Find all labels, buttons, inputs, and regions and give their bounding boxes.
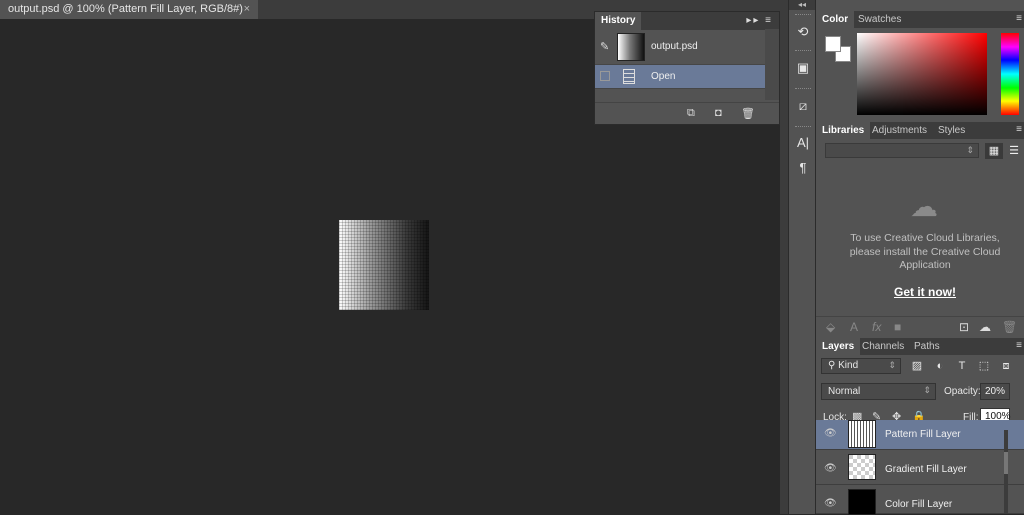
layer-row[interactable]: 👁 Gradient Fill Layer [816, 451, 1024, 485]
hue-slider[interactable] [1001, 33, 1019, 115]
pixel-filter-icon[interactable]: ▨ [909, 358, 925, 374]
layer-row[interactable]: 👁 Pattern Fill Layer [816, 420, 1024, 450]
properties-dock-icon[interactable]: ▣ [793, 58, 813, 78]
history-footer: ⧉ ◘ 🗑 [595, 102, 779, 124]
add-graphic-icon[interactable]: ⬙ [826, 320, 835, 334]
dock-grip[interactable] [795, 50, 811, 52]
tab-libraries[interactable]: Libraries [816, 122, 871, 139]
snapshot-thumbnail [617, 33, 645, 61]
document-image[interactable] [339, 220, 429, 310]
libraries-footer: ⬙ A fx ■ ⊡ ☁ 🗑 [816, 316, 1024, 338]
shape-filter-icon[interactable]: ⬚ [976, 358, 992, 374]
character-dock-icon[interactable]: A| [793, 133, 813, 153]
adjustment-filter-icon[interactable]: ◐ [932, 358, 948, 374]
tab-color[interactable]: Color [816, 11, 855, 28]
document-tab-title: output.psd @ 100% (Pattern Fill Layer, R… [8, 3, 243, 15]
tab-paths[interactable]: Paths [908, 338, 946, 355]
color-panel-header: Color Swatches ≡ [816, 11, 1024, 28]
opacity-label: Opacity: [944, 386, 981, 397]
document-tab[interactable]: output.psd @ 100% (Pattern Fill Layer, R… [0, 0, 258, 19]
snapshot-name: output.psd [651, 41, 698, 52]
trash-icon[interactable]: 🗑 [741, 107, 755, 120]
tab-layers[interactable]: Layers [816, 338, 861, 355]
right-panel-column: Color Swatches ≡ Libraries Adjustments S… [816, 0, 1024, 515]
paragraph-dock-icon[interactable]: ¶ [793, 158, 813, 178]
tab-swatches[interactable]: Swatches [852, 11, 907, 28]
trash-icon[interactable]: 🗑 [1002, 320, 1017, 334]
tab-channels[interactable]: Channels [856, 338, 910, 355]
dock-grip[interactable] [795, 88, 811, 90]
panel-menu-icon[interactable]: ▸▸ ≡ [746, 15, 773, 26]
document-icon [623, 69, 635, 84]
color-field[interactable] [857, 33, 987, 115]
layer-name: Pattern Fill Layer [885, 429, 961, 440]
foreground-color-swatch[interactable] [825, 36, 841, 52]
grid-view-button[interactable]: ▦ [985, 143, 1003, 159]
layer-thumbnail [848, 489, 876, 515]
layers-panel-header: Layers Channels Paths ≡ [816, 338, 1024, 355]
eye-icon[interactable]: 👁 [824, 428, 837, 439]
new-document-from-state-icon[interactable]: ⧉ [687, 107, 695, 120]
history-panel-header: History ▸▸ ≡ [595, 12, 779, 30]
history-snapshot[interactable]: ✎ output.psd [595, 30, 779, 65]
camera-icon[interactable]: ◘ [715, 107, 722, 119]
history-dock-icon[interactable]: ⟲ [793, 22, 813, 42]
clone-source-dock-icon[interactable]: ⧄ [793, 96, 813, 116]
layer-row[interactable]: 👁 Color Fill Layer [816, 486, 1024, 515]
search-icon: ⚲ [828, 360, 836, 371]
layer-name: Color Fill Layer [885, 499, 953, 510]
list-view-button[interactable]: ☰ [1005, 143, 1023, 159]
collapse-dock-icon[interactable]: ◂◂ [789, 0, 815, 10]
workspace-scrollbar[interactable] [780, 0, 788, 514]
creative-cloud-icon: ☁ [910, 191, 938, 222]
tab-history[interactable]: History [595, 12, 642, 30]
libraries-panel-header: Libraries Adjustments Styles ≡ [816, 122, 1024, 139]
history-source-checkbox[interactable] [600, 71, 610, 81]
cloud-sync-icon[interactable]: ☁ [979, 320, 991, 334]
layer-style-icon[interactable]: fx [872, 320, 881, 334]
dock-grip[interactable] [795, 14, 811, 16]
opacity-input[interactable]: 20% [980, 383, 1010, 400]
eye-icon[interactable]: 👁 [824, 463, 837, 474]
add-color-icon[interactable]: ■ [894, 320, 901, 334]
layer-thumbnail [848, 420, 876, 448]
stock-icon[interactable]: ⊡ [959, 320, 969, 334]
panel-menu-icon[interactable]: ≡ [1016, 124, 1022, 135]
type-filter-icon[interactable]: T [954, 358, 970, 374]
history-state-label: Open [651, 71, 676, 82]
layers-scrollbar-thumb[interactable] [1004, 452, 1008, 474]
history-scrollbar[interactable] [765, 29, 779, 100]
history-panel: History ▸▸ ≡ ✎ output.psd Open ⧉ ◘ 🗑 [594, 11, 780, 125]
dropdown-arrow-icon: ⇕ [923, 385, 931, 395]
dropdown-arrow-icon: ⇕ [888, 360, 896, 370]
history-brush-icon[interactable]: ✎ [600, 40, 609, 53]
smart-object-filter-icon[interactable]: ⧈ [998, 358, 1014, 374]
tab-styles[interactable]: Styles [932, 122, 971, 139]
blend-mode-value: Normal [828, 386, 861, 397]
collapsed-panel-dock: ◂◂ ⟲ ▣ ⧄ A| ¶ [788, 0, 816, 514]
panel-menu-icon[interactable]: ≡ [1016, 13, 1022, 24]
filter-kind-label: Kind [838, 360, 859, 371]
character-style-icon[interactable]: A [850, 320, 858, 334]
layer-thumbnail [848, 454, 876, 480]
layer-name: Gradient Fill Layer [885, 464, 967, 475]
libraries-message: To use Creative Cloud Libraries, please … [849, 232, 1001, 271]
blend-mode-select[interactable]: Normal ⇕ [821, 383, 936, 400]
close-tab-icon[interactable]: × [244, 3, 250, 15]
layer-filter-select[interactable]: ⚲ Kind ⇕ [821, 358, 901, 374]
get-it-now-link[interactable]: Get it now! [886, 285, 964, 299]
panel-menu-icon[interactable]: ≡ [1016, 340, 1022, 351]
dock-grip[interactable] [795, 126, 811, 128]
eye-icon[interactable]: 👁 [824, 498, 837, 509]
dropdown-arrow-icon: ⇕ [966, 145, 974, 155]
history-state-open[interactable]: Open [595, 65, 779, 89]
tab-adjustments[interactable]: Adjustments [866, 122, 933, 139]
library-select[interactable]: ⇕ [825, 143, 979, 158]
